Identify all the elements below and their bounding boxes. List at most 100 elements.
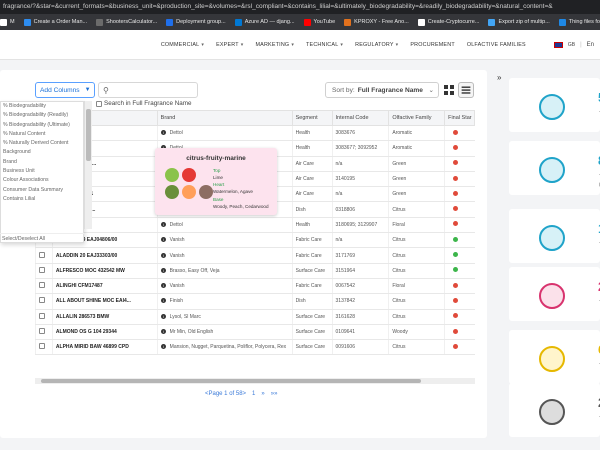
add-columns-button[interactable]: Add Columns ▼	[35, 82, 95, 98]
cell-name[interactable]: ALADDIN 20 EAJ33303/00	[51, 247, 158, 264]
bookmark-item[interactable]: Thing files for Pro	[558, 18, 600, 26]
nav-item-expert[interactable]: EXPERT ▾	[216, 42, 243, 48]
table-row[interactable]: ALMOND OS G 104 29344 i Mr Min, Old Englis…	[35, 324, 475, 341]
info-icon[interactable]: i	[160, 130, 166, 136]
column-header-olfactive-family[interactable]: Olfactive Family	[388, 110, 446, 126]
cell-name[interactable]: ALLALIN 286573 BMW	[51, 309, 158, 325]
bookmark-item[interactable]: Deployment group...	[166, 18, 226, 26]
address-bar[interactable]: fragrance/?&star=&current_formats=&busin…	[0, 0, 600, 14]
row-checkbox[interactable]	[39, 312, 45, 319]
next-page-button[interactable]: »	[261, 391, 264, 397]
column-header-segment[interactable]: Segment	[291, 110, 333, 126]
table-row[interactable]: ALINGHI CFM17487 i Vanish Fabric Care 006754…	[35, 278, 475, 295]
column-option[interactable]: Background	[1, 148, 83, 157]
list-view-icon[interactable]	[458, 82, 474, 98]
cell-name[interactable]: ALL ABOUT SHINE MOC EAI4...	[51, 293, 158, 310]
row-select-cell[interactable]	[35, 339, 53, 356]
column-option[interactable]: % Biodegradability (Readily)	[1, 111, 83, 120]
info-icon[interactable]: i	[160, 252, 166, 258]
row-checkbox[interactable]	[39, 343, 45, 350]
language-selector[interactable]: GB | En	[553, 41, 594, 48]
nav-item-procurement[interactable]: PROCUREMENT	[410, 42, 454, 48]
page-indicator[interactable]: <Page 1 of 58>	[205, 391, 246, 397]
bookmark-item[interactable]: ShootersCalculator...	[96, 18, 157, 26]
row-checkbox[interactable]	[39, 282, 45, 289]
cell-name[interactable]: ALMOND OS G 104 29344	[51, 324, 158, 341]
column-option[interactable]: Consumer Data Summary	[1, 186, 83, 195]
bookmark-item[interactable]: Export zip of multip...	[488, 18, 550, 26]
table-row[interactable]: ALFRESCO MOC 432542 MW i Brasso, Easy Off,…	[35, 263, 475, 279]
nav-item-olfactive-families[interactable]: OLFACTIVE FAMILIES	[467, 42, 526, 48]
table-row[interactable]: ALADDIN 20 EAJ33303/00 i Vanish Fabric Care…	[35, 247, 475, 264]
info-icon[interactable]: i	[160, 283, 166, 289]
dropdown-scrollbar[interactable]	[84, 101, 92, 229]
column-option[interactable]: % Naturally Derived Content	[1, 139, 83, 148]
summary-card[interactable]: 2To	[509, 383, 600, 437]
table-row[interactable]: ALPHA MIRID BAW 46899 CPD i Mansion, Nugge…	[35, 339, 475, 356]
table-row[interactable]: ALADDIN 19 EAJ04806/00 i Vanish Fabric Care…	[35, 232, 475, 249]
bookmark-item[interactable]: Azure AD — djang...	[234, 18, 295, 26]
table-row[interactable]: ...021 DiDettolHealth3083676Aromatic	[35, 125, 475, 142]
cell-name[interactable]: ALFRESCO MOC 432542 MW	[51, 263, 158, 279]
table-row[interactable]: ALL ABOUT SHINE MOC EAI4... i Finish Dish 31…	[35, 293, 475, 310]
column-option[interactable]: Brand	[1, 158, 83, 167]
row-select-cell[interactable]	[35, 293, 53, 310]
table-row[interactable]: ALLALIN 286573 BMW i Lysol, Sl Marc Surface…	[35, 309, 475, 325]
column-option[interactable]: % Biodegradability (Ultimate)	[1, 121, 83, 130]
horizontal-scrollbar[interactable]	[35, 378, 475, 384]
column-option[interactable]: Contains Lilial	[1, 195, 83, 204]
row-checkbox[interactable]	[39, 251, 45, 258]
row-select-cell[interactable]	[35, 247, 53, 264]
cell-name[interactable]: ALINGHI CFM17487	[51, 278, 158, 295]
column-header-brand[interactable]: Brand	[156, 110, 293, 126]
nav-item-regulatory[interactable]: REGULATORY ▾	[355, 42, 398, 48]
select-deselect-all[interactable]: Select/Deselect All	[0, 233, 84, 243]
bookmark-item[interactable]: YouTube	[303, 18, 335, 26]
info-icon[interactable]: i	[160, 344, 166, 350]
bookmark-item[interactable]: Create a Order Man...	[23, 18, 87, 26]
column-header-internal-code[interactable]: Internal Code	[331, 110, 390, 126]
bookmark-item[interactable]: Create-Cryptocurre...	[417, 18, 479, 26]
cell-name[interactable]: ALPHA MIRID BAW 46899 CPD	[51, 339, 158, 356]
info-icon[interactable]: i	[160, 237, 166, 243]
row-select-cell[interactable]	[35, 309, 53, 325]
column-option[interactable]: % Natural Content	[1, 130, 83, 139]
table-row[interactable]: ...S G 119 19...iDettolHealth3180695; 31…	[35, 217, 475, 234]
nav-item-marketing[interactable]: MARKETING ▾	[255, 42, 294, 48]
row-select-cell[interactable]	[35, 278, 53, 295]
info-icon[interactable]: i	[160, 221, 166, 227]
row-checkbox[interactable]	[39, 297, 45, 304]
sort-select[interactable]: Sort by: Full Fragrance Name ⌄	[325, 82, 439, 98]
nav-item-technical[interactable]: TECHNICAL ▾	[306, 42, 343, 48]
bookmark-item[interactable]: M	[0, 18, 15, 26]
nav-item-commercial[interactable]: COMMERCIAL ▾	[161, 42, 204, 48]
summary-card[interactable]: 6To	[509, 330, 600, 384]
last-page-button[interactable]: »»	[271, 391, 278, 397]
summary-card[interactable]: 5To	[509, 78, 600, 132]
collapse-panel-icon[interactable]: »	[497, 73, 501, 82]
info-icon[interactable]: i	[160, 267, 166, 273]
summary-card[interactable]: 8To(H	[509, 141, 600, 195]
scrollbar-thumb[interactable]	[86, 109, 91, 161]
row-select-cell[interactable]	[35, 263, 53, 279]
column-option[interactable]: % Biodegradability	[1, 102, 83, 111]
info-icon[interactable]: i	[160, 329, 166, 334]
bookmark-item[interactable]: KPROXY - Free Ano...	[344, 18, 409, 26]
info-icon[interactable]: i	[160, 313, 166, 319]
page-number[interactable]: 1	[252, 391, 255, 397]
grid-view-icon[interactable]	[443, 83, 455, 96]
row-checkbox[interactable]	[39, 266, 45, 273]
search-input[interactable]: ⚲	[98, 82, 198, 98]
summary-card[interactable]: 1To	[509, 209, 600, 263]
search-full-name-checkbox[interactable]	[96, 100, 102, 107]
column-option[interactable]: Business Unit	[1, 167, 83, 176]
info-icon[interactable]: i	[160, 298, 166, 304]
search-full-name-option[interactable]: Search in Full Fragrance Name	[96, 100, 192, 107]
column-option[interactable]: Colour Associations	[1, 176, 83, 185]
summary-card[interactable]: 2To	[509, 267, 600, 321]
column-header-final-star[interactable]: Final Star	[444, 110, 475, 126]
row-select-cell[interactable]	[35, 324, 53, 341]
scrollbar-thumb[interactable]	[41, 379, 421, 383]
row-checkbox[interactable]	[39, 328, 45, 334]
nav-item-label: EXPERT	[216, 41, 239, 48]
